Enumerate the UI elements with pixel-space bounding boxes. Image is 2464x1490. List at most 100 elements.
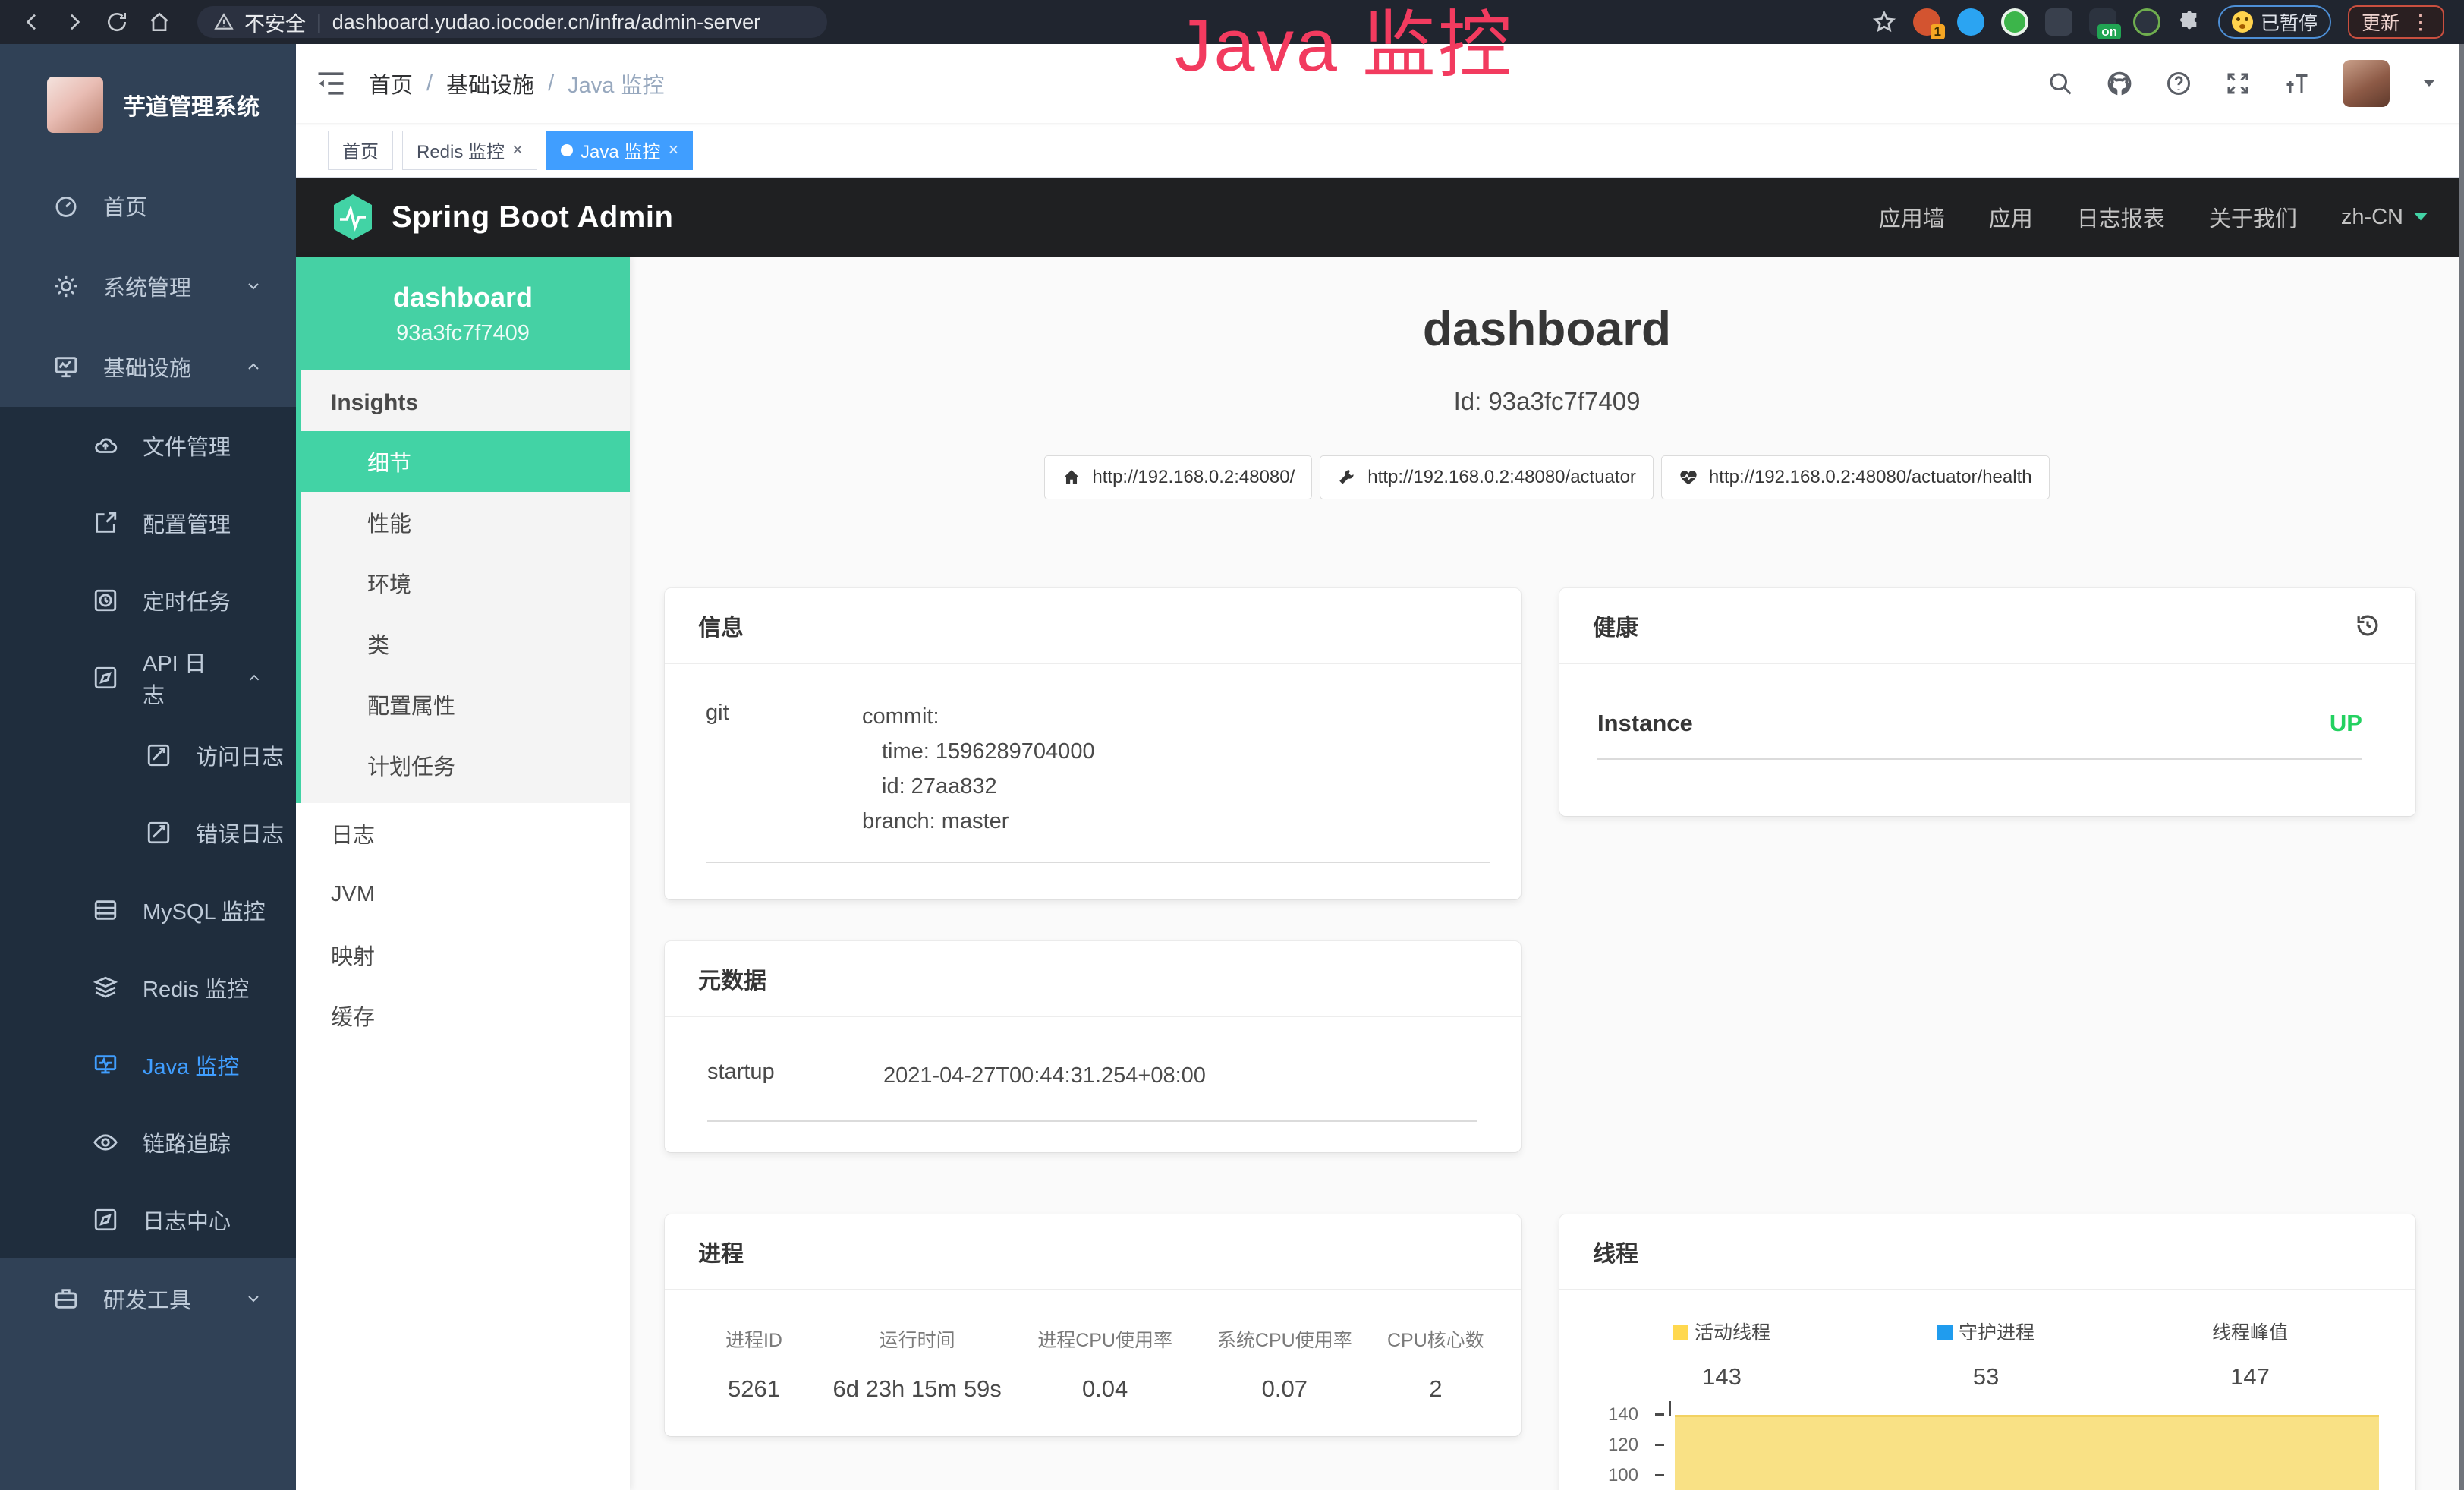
layers-icon xyxy=(93,975,118,1000)
sidebar-item-error-log[interactable]: 错误日志 xyxy=(0,794,296,871)
update-button[interactable]: 更新 ⋮ xyxy=(2348,5,2444,39)
sba-app-id: 93a3fc7f7409 xyxy=(396,321,530,346)
github-icon[interactable] xyxy=(2106,70,2133,97)
back-icon[interactable] xyxy=(20,10,44,34)
paused-chip[interactable]: 已暂停 xyxy=(2218,5,2331,39)
collapse-sidebar-icon[interactable] xyxy=(314,67,348,100)
browser-menu-icon[interactable]: ⋮ xyxy=(2410,11,2431,34)
gear-icon xyxy=(53,273,79,299)
sba-item-caches[interactable]: 缓存 xyxy=(296,985,630,1046)
sba-nav-applications[interactable]: 应用 xyxy=(1989,201,2033,233)
close-icon[interactable]: × xyxy=(512,141,523,159)
sidebar-item-access-log[interactable]: 访问日志 xyxy=(0,717,296,794)
metadata-card-title: 元数据 xyxy=(665,941,1521,1017)
sba-app-name: dashboard xyxy=(393,282,533,313)
fullscreen-icon[interactable] xyxy=(2224,70,2252,97)
startup-value: 2021-04-27T00:44:31.254+08:00 xyxy=(883,1058,1477,1093)
brand-row[interactable]: 芋道管理系统 xyxy=(0,44,296,165)
sba-nav-journal[interactable]: 日志报表 xyxy=(2077,201,2165,233)
help-icon[interactable] xyxy=(2165,70,2192,97)
sidebar-item-mysql[interactable]: MySQL 监控 xyxy=(0,871,296,949)
legend-swatch-yellow xyxy=(1673,1325,1688,1340)
chevron-down-icon xyxy=(244,1290,263,1308)
extension-icon-pin[interactable] xyxy=(1957,8,1984,36)
sba-item-details[interactable]: 细节 xyxy=(296,431,630,492)
extension-icon-vue[interactable] xyxy=(2001,8,2028,36)
instance-health-row[interactable]: Instance UP xyxy=(1597,710,2362,760)
close-icon[interactable]: × xyxy=(668,141,678,159)
address-bar[interactable]: 不安全 | dashboard.yudao.iocoder.cn/infra/a… xyxy=(197,6,827,38)
tab-home[interactable]: 首页 xyxy=(328,131,393,170)
home-icon[interactable] xyxy=(147,10,172,34)
briefcase-icon xyxy=(53,1286,79,1312)
breadcrumb-home[interactable]: 首页 xyxy=(369,68,413,99)
actuator-url-button[interactable]: http://192.168.0.2:48080/actuator xyxy=(1320,455,1654,499)
sba-item-classes[interactable]: 类 xyxy=(301,613,630,674)
sba-item-jvm[interactable]: JVM xyxy=(296,864,630,925)
sba-app-header[interactable]: dashboard 93a3fc7f7409 xyxy=(296,257,630,370)
sba-item-configprops[interactable]: 配置属性 xyxy=(301,674,630,735)
tab-redis[interactable]: Redis 监控 × xyxy=(402,131,537,170)
security-label: 不安全 xyxy=(244,8,306,37)
extension-icon-orange[interactable]: 1 xyxy=(1913,8,1940,36)
sidebar-item-file[interactable]: 文件管理 xyxy=(0,407,296,484)
user-avatar[interactable] xyxy=(2343,60,2390,107)
health-url-button[interactable]: http://192.168.0.2:48080/actuator/health xyxy=(1661,455,2050,499)
sidebar-item-infra[interactable]: 基础设施 xyxy=(0,326,296,407)
instance-label: Instance xyxy=(1597,710,1693,737)
legend-daemon: 守护进程 xyxy=(1854,1318,2118,1345)
extension-icon-grid[interactable] xyxy=(2045,8,2072,36)
browser-toolbar: 不安全 | dashboard.yudao.iocoder.cn/infra/a… xyxy=(0,0,2464,44)
sidebar-item-trace[interactable]: 链路追踪 xyxy=(0,1104,296,1181)
axis-tick xyxy=(1655,1413,1664,1416)
emoji-face-icon xyxy=(2232,11,2253,33)
tab-java[interactable]: Java 监控 × xyxy=(546,131,693,170)
sba-item-scheduledtasks[interactable]: 计划任务 xyxy=(301,735,630,795)
locale-select[interactable]: zh-CN xyxy=(2341,205,2429,230)
sba-item-mappings[interactable]: 映射 xyxy=(296,925,630,985)
sba-item-environment[interactable]: 环境 xyxy=(301,553,630,613)
extension-on-badge: on xyxy=(2097,24,2121,39)
breadcrumb-infra[interactable]: 基础设施 xyxy=(446,68,534,99)
sba-item-logfile[interactable]: 日志 xyxy=(296,803,630,864)
live-threads-area xyxy=(1675,1415,2379,1490)
sidebar-item-home[interactable]: 首页 xyxy=(0,165,296,246)
wrench-icon xyxy=(1337,468,1357,487)
puzzle-extensions-icon[interactable] xyxy=(2177,10,2201,34)
sidebar-item-config[interactable]: 配置管理 xyxy=(0,484,296,562)
url-text: dashboard.yudao.iocoder.cn/infra/admin-s… xyxy=(332,11,760,34)
font-size-icon[interactable] xyxy=(2283,70,2311,97)
bookmark-star-icon[interactable] xyxy=(1872,10,1896,34)
sidebar-item-redis[interactable]: Redis 监控 xyxy=(0,949,296,1026)
history-icon[interactable] xyxy=(2353,611,2382,640)
chevron-up-icon xyxy=(246,669,263,687)
sidebar-item-system[interactable]: 系统管理 xyxy=(0,246,296,326)
extension-icon-switch[interactable]: on xyxy=(2089,8,2116,36)
monitor-chart-icon xyxy=(53,354,79,380)
daemon-threads-value: 53 xyxy=(1854,1363,2118,1391)
threads-legend: 活动线程 守护进程 线程峰值 xyxy=(1590,1318,2382,1345)
extension-icon-leaf[interactable] xyxy=(2133,8,2160,36)
search-icon[interactable] xyxy=(2047,70,2074,97)
sba-brand[interactable]: Spring Boot Admin xyxy=(392,200,673,235)
database-icon xyxy=(93,897,118,923)
sidebar-item-label: Java 监控 xyxy=(143,1049,239,1081)
sba-nav-wallboard[interactable]: 应用墙 xyxy=(1879,201,1945,233)
window-scrollbar[interactable] xyxy=(2459,44,2464,1490)
sba-nav-about[interactable]: 关于我们 xyxy=(2209,201,2297,233)
edit-icon xyxy=(93,510,118,536)
sidebar-item-api-log[interactable]: API 日志 xyxy=(0,639,296,717)
sidebar-item-log-center[interactable]: 日志中心 xyxy=(0,1181,296,1258)
health-card-title: 健康 xyxy=(1593,609,1638,642)
tab-label: 首页 xyxy=(342,137,379,163)
sba-item-metrics[interactable]: 性能 xyxy=(301,492,630,553)
sidebar-item-job[interactable]: 定时任务 xyxy=(0,562,296,639)
git-time-line: time: 1596289704000 xyxy=(862,734,1490,769)
service-url-button[interactable]: http://192.168.0.2:48080/ xyxy=(1044,455,1312,499)
sidebar-item-java[interactable]: Java 监控 xyxy=(0,1026,296,1104)
sidebar-item-devtools[interactable]: 研发工具 xyxy=(0,1258,296,1339)
forward-icon[interactable] xyxy=(62,10,87,34)
avatar-caret-icon[interactable] xyxy=(2422,78,2437,89)
reload-icon[interactable] xyxy=(105,10,129,34)
heart-pulse-icon xyxy=(1679,468,1698,487)
